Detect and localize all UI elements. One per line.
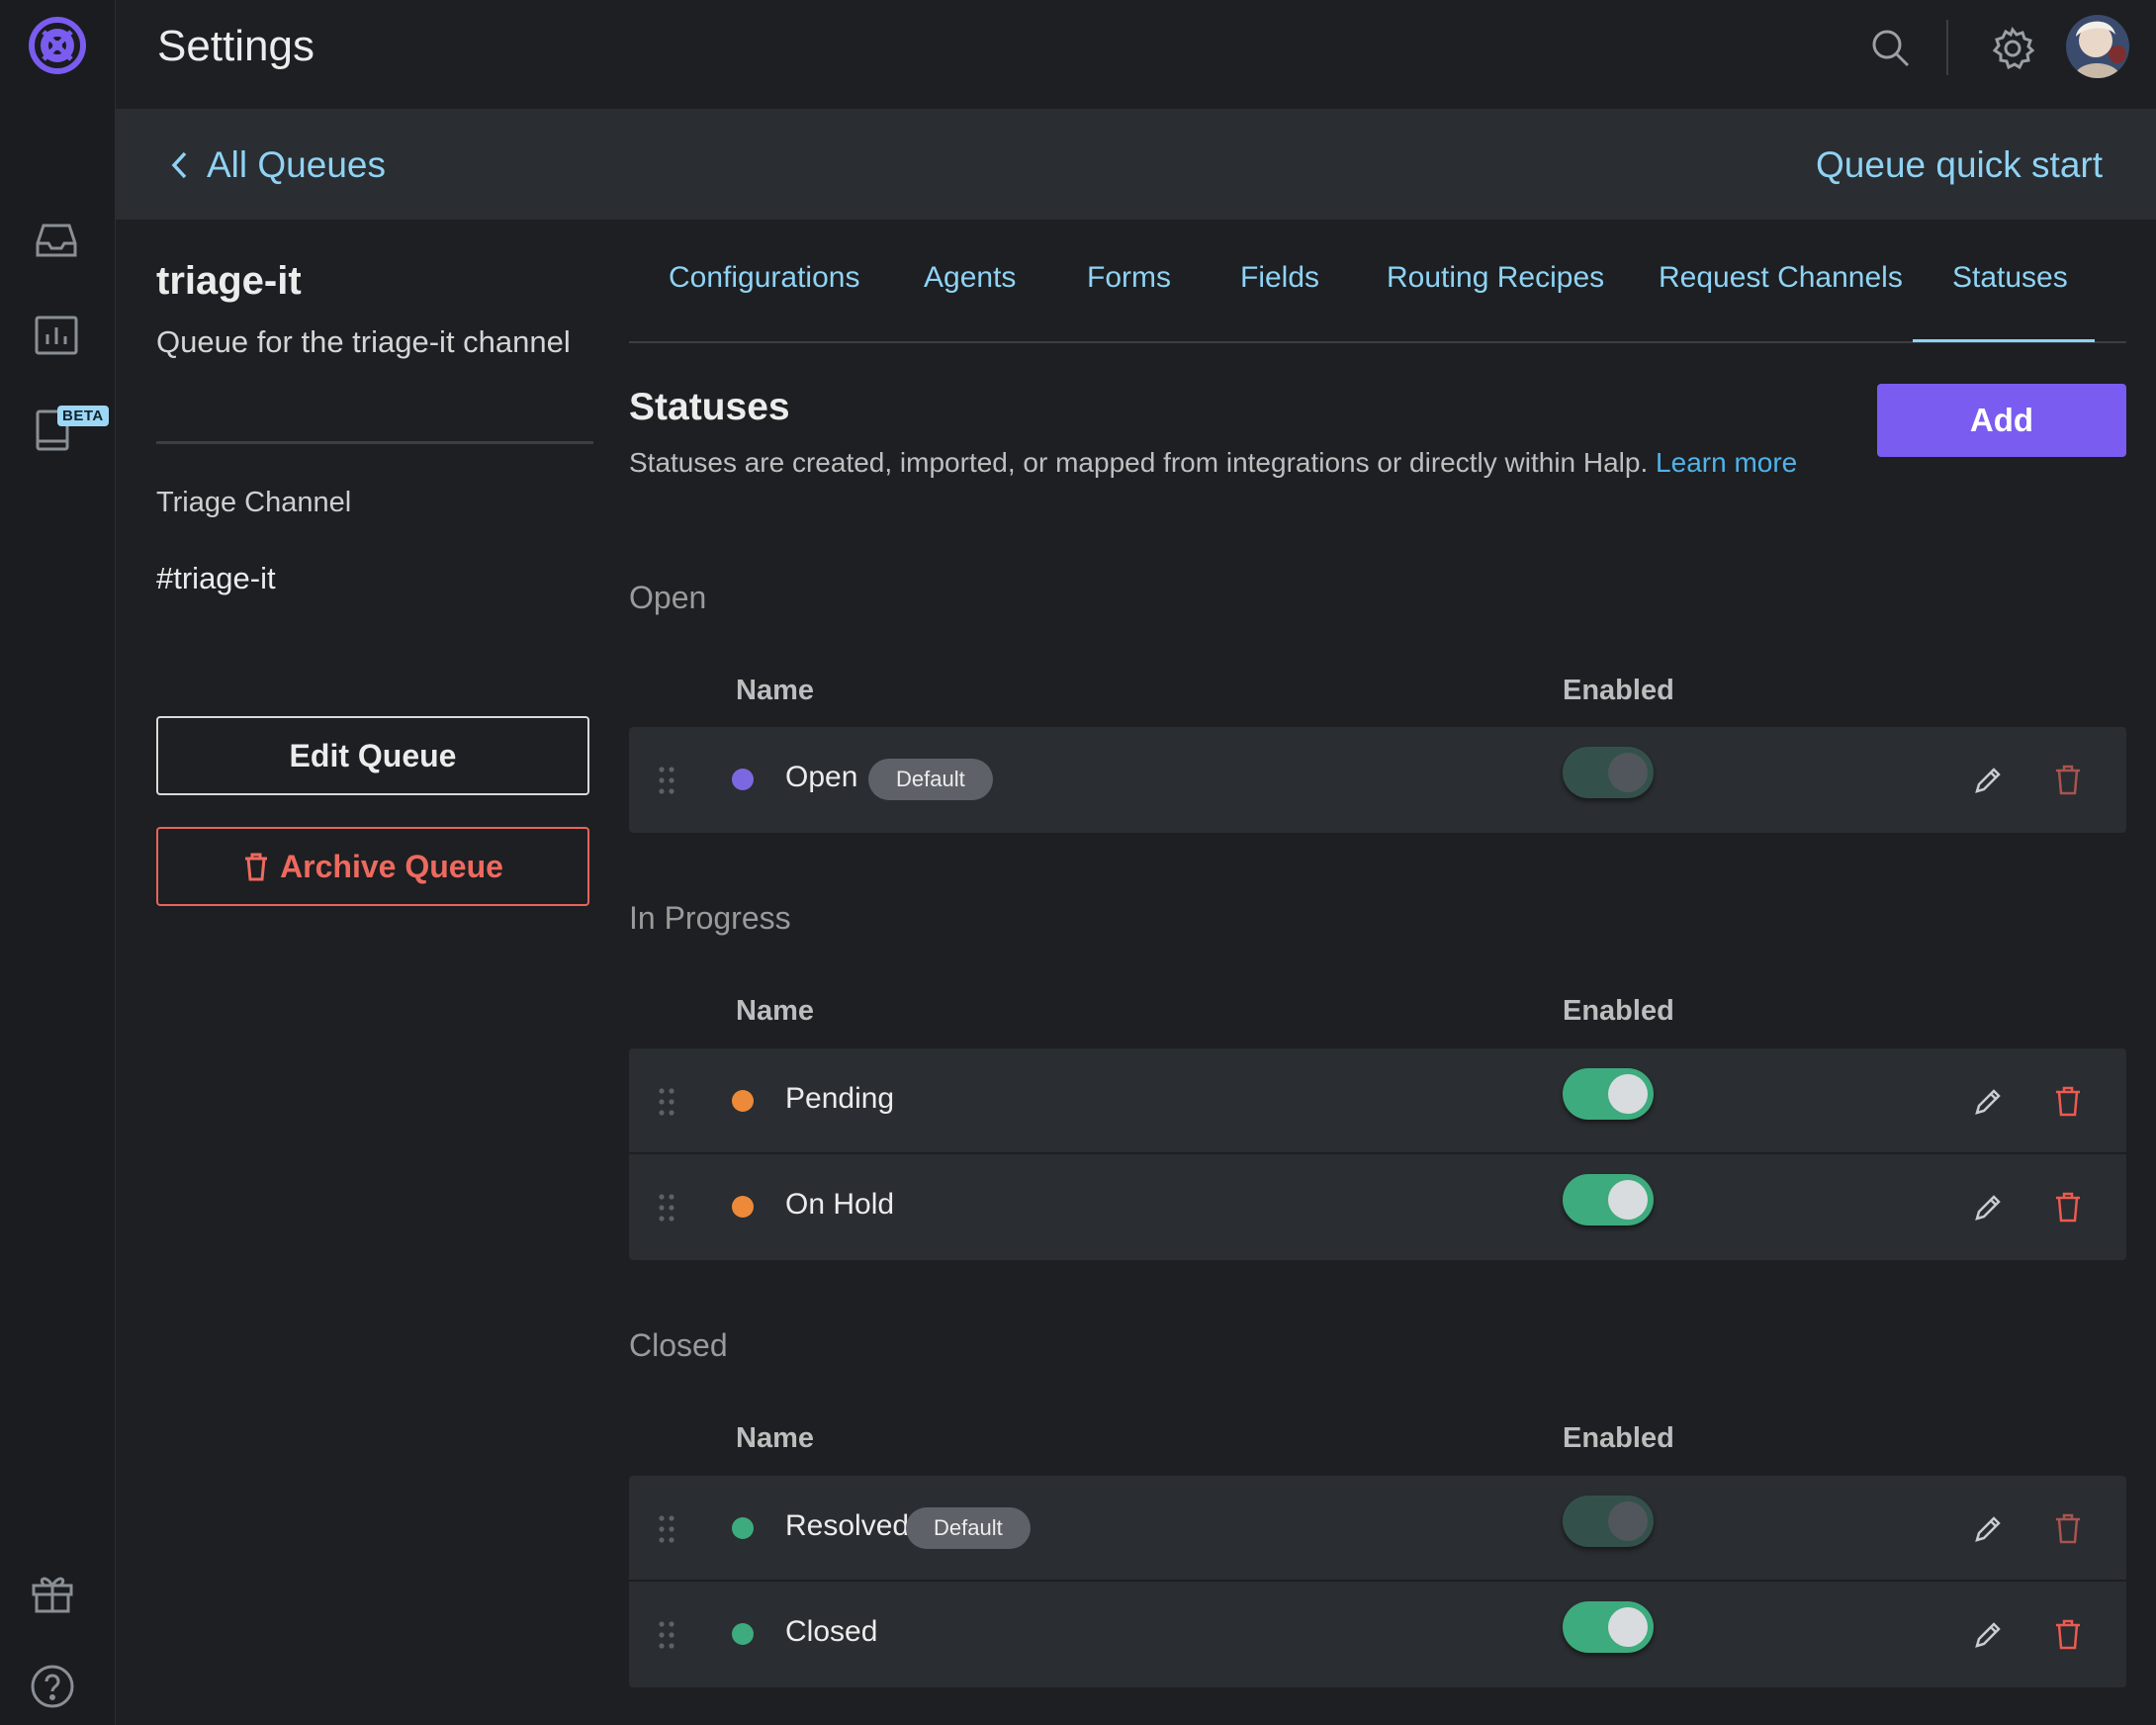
reports-icon[interactable]: [32, 311, 81, 360]
trash-icon: [245, 853, 268, 881]
drag-handle-icon[interactable]: [657, 1513, 676, 1545]
tab-agents[interactable]: Agents: [924, 261, 1016, 295]
back-to-all-queues-link[interactable]: All Queues: [167, 144, 386, 186]
add-status-button[interactable]: Add: [1877, 384, 2126, 457]
trash-icon[interactable]: [2053, 1084, 2083, 1118]
status-row: Pending: [629, 1048, 2126, 1154]
statuses-description: Statuses are created, imported, or mappe…: [629, 447, 1798, 478]
back-label: All Queues: [207, 144, 386, 185]
triage-channel-label: Triage Channel: [156, 487, 352, 518]
status-color-dot: [732, 1090, 754, 1112]
tab-configurations[interactable]: Configurations: [669, 261, 859, 295]
status-name: Pending: [785, 1082, 895, 1115]
left-rail: BETA: [0, 0, 116, 1725]
queue-quick-start-link[interactable]: Queue quick start: [1816, 144, 2103, 186]
enabled-toggle[interactable]: [1563, 1068, 1654, 1120]
status-group-closed: Resolved Default Closed: [629, 1476, 2126, 1687]
status-group-in-progress: Pending On Hold: [629, 1048, 2126, 1260]
beta-badge: BETA: [57, 406, 109, 426]
tab-routing-recipes[interactable]: Routing Recipes: [1387, 261, 1604, 295]
status-name: Resolved: [785, 1509, 910, 1542]
status-color-dot: [732, 1196, 754, 1218]
drag-handle-icon[interactable]: [657, 1619, 676, 1651]
halp-logo-icon[interactable]: [26, 14, 89, 77]
help-icon[interactable]: [28, 1662, 77, 1711]
gift-icon[interactable]: [28, 1568, 77, 1617]
queue-name: triage-it: [156, 259, 302, 303]
status-color-dot: [732, 769, 754, 790]
sub-header: All Queues Queue quick start: [116, 109, 2156, 220]
column-header-name: Name: [736, 675, 814, 706]
enabled-toggle[interactable]: [1563, 1174, 1654, 1226]
trash-icon[interactable]: [2053, 763, 2083, 796]
status-name: Closed: [785, 1615, 878, 1648]
edit-queue-button[interactable]: Edit Queue: [156, 716, 589, 795]
tab-statuses[interactable]: Statuses: [1952, 261, 2068, 295]
status-color-dot: [732, 1623, 754, 1645]
tab-forms[interactable]: Forms: [1087, 261, 1171, 295]
drag-handle-icon[interactable]: [657, 765, 676, 796]
status-row: On Hold: [629, 1154, 2126, 1260]
pencil-icon[interactable]: [1972, 1513, 2004, 1545]
pencil-icon[interactable]: [1972, 1619, 2004, 1651]
divider: [156, 441, 593, 444]
status-row: Closed: [629, 1582, 2126, 1687]
inbox-icon[interactable]: [32, 216, 81, 265]
group-title-closed: Closed: [629, 1327, 728, 1363]
triage-channel-value: #triage-it: [156, 561, 276, 595]
avatar[interactable]: [2066, 15, 2129, 78]
status-row: Resolved Default: [629, 1476, 2126, 1582]
column-header-name: Name: [736, 995, 814, 1027]
tab-request-channels[interactable]: Request Channels: [1659, 261, 1903, 295]
archive-queue-label: Archive Queue: [280, 848, 503, 884]
group-title-in-progress: In Progress: [629, 900, 791, 936]
tab-fields[interactable]: Fields: [1240, 261, 1319, 295]
default-badge: Default: [906, 1507, 1031, 1549]
pencil-icon[interactable]: [1972, 1086, 2004, 1118]
active-tab-indicator: [1913, 339, 2095, 342]
trash-icon[interactable]: [2053, 1190, 2083, 1224]
gear-icon[interactable]: [1988, 24, 2037, 73]
status-name: On Hold: [785, 1188, 895, 1221]
status-name: Open: [785, 761, 858, 793]
queue-description: Queue for the triage-it channel: [156, 324, 571, 359]
pencil-icon[interactable]: [1972, 765, 2004, 796]
enabled-toggle[interactable]: [1563, 1496, 1654, 1547]
column-header-name: Name: [736, 1422, 814, 1454]
trash-icon[interactable]: [2053, 1511, 2083, 1545]
archive-queue-button[interactable]: Archive Queue: [156, 827, 589, 906]
status-group-open: Open Default: [629, 727, 2126, 833]
enabled-toggle[interactable]: [1563, 747, 1654, 798]
drag-handle-icon[interactable]: [657, 1192, 676, 1224]
column-header-enabled: Enabled: [1563, 675, 1674, 706]
learn-more-link[interactable]: Learn more: [1656, 447, 1797, 478]
settings-tabs: Configurations Agents Forms Fields Routi…: [629, 220, 2126, 343]
divider: [1946, 20, 1948, 75]
status-color-dot: [732, 1517, 754, 1539]
chevron-left-icon: [171, 151, 187, 179]
pencil-icon[interactable]: [1972, 1192, 2004, 1224]
column-header-enabled: Enabled: [1563, 1422, 1674, 1454]
statuses-heading: Statuses: [629, 386, 790, 428]
page-title: Settings: [157, 22, 314, 70]
enabled-toggle[interactable]: [1563, 1601, 1654, 1653]
status-row: Open Default: [629, 727, 2126, 833]
search-icon[interactable]: [1866, 24, 1916, 73]
default-badge: Default: [868, 759, 993, 800]
drag-handle-icon[interactable]: [657, 1086, 676, 1118]
trash-icon[interactable]: [2053, 1617, 2083, 1651]
group-title-open: Open: [629, 580, 707, 615]
top-bar: Settings: [116, 0, 2156, 109]
column-header-enabled: Enabled: [1563, 995, 1674, 1027]
